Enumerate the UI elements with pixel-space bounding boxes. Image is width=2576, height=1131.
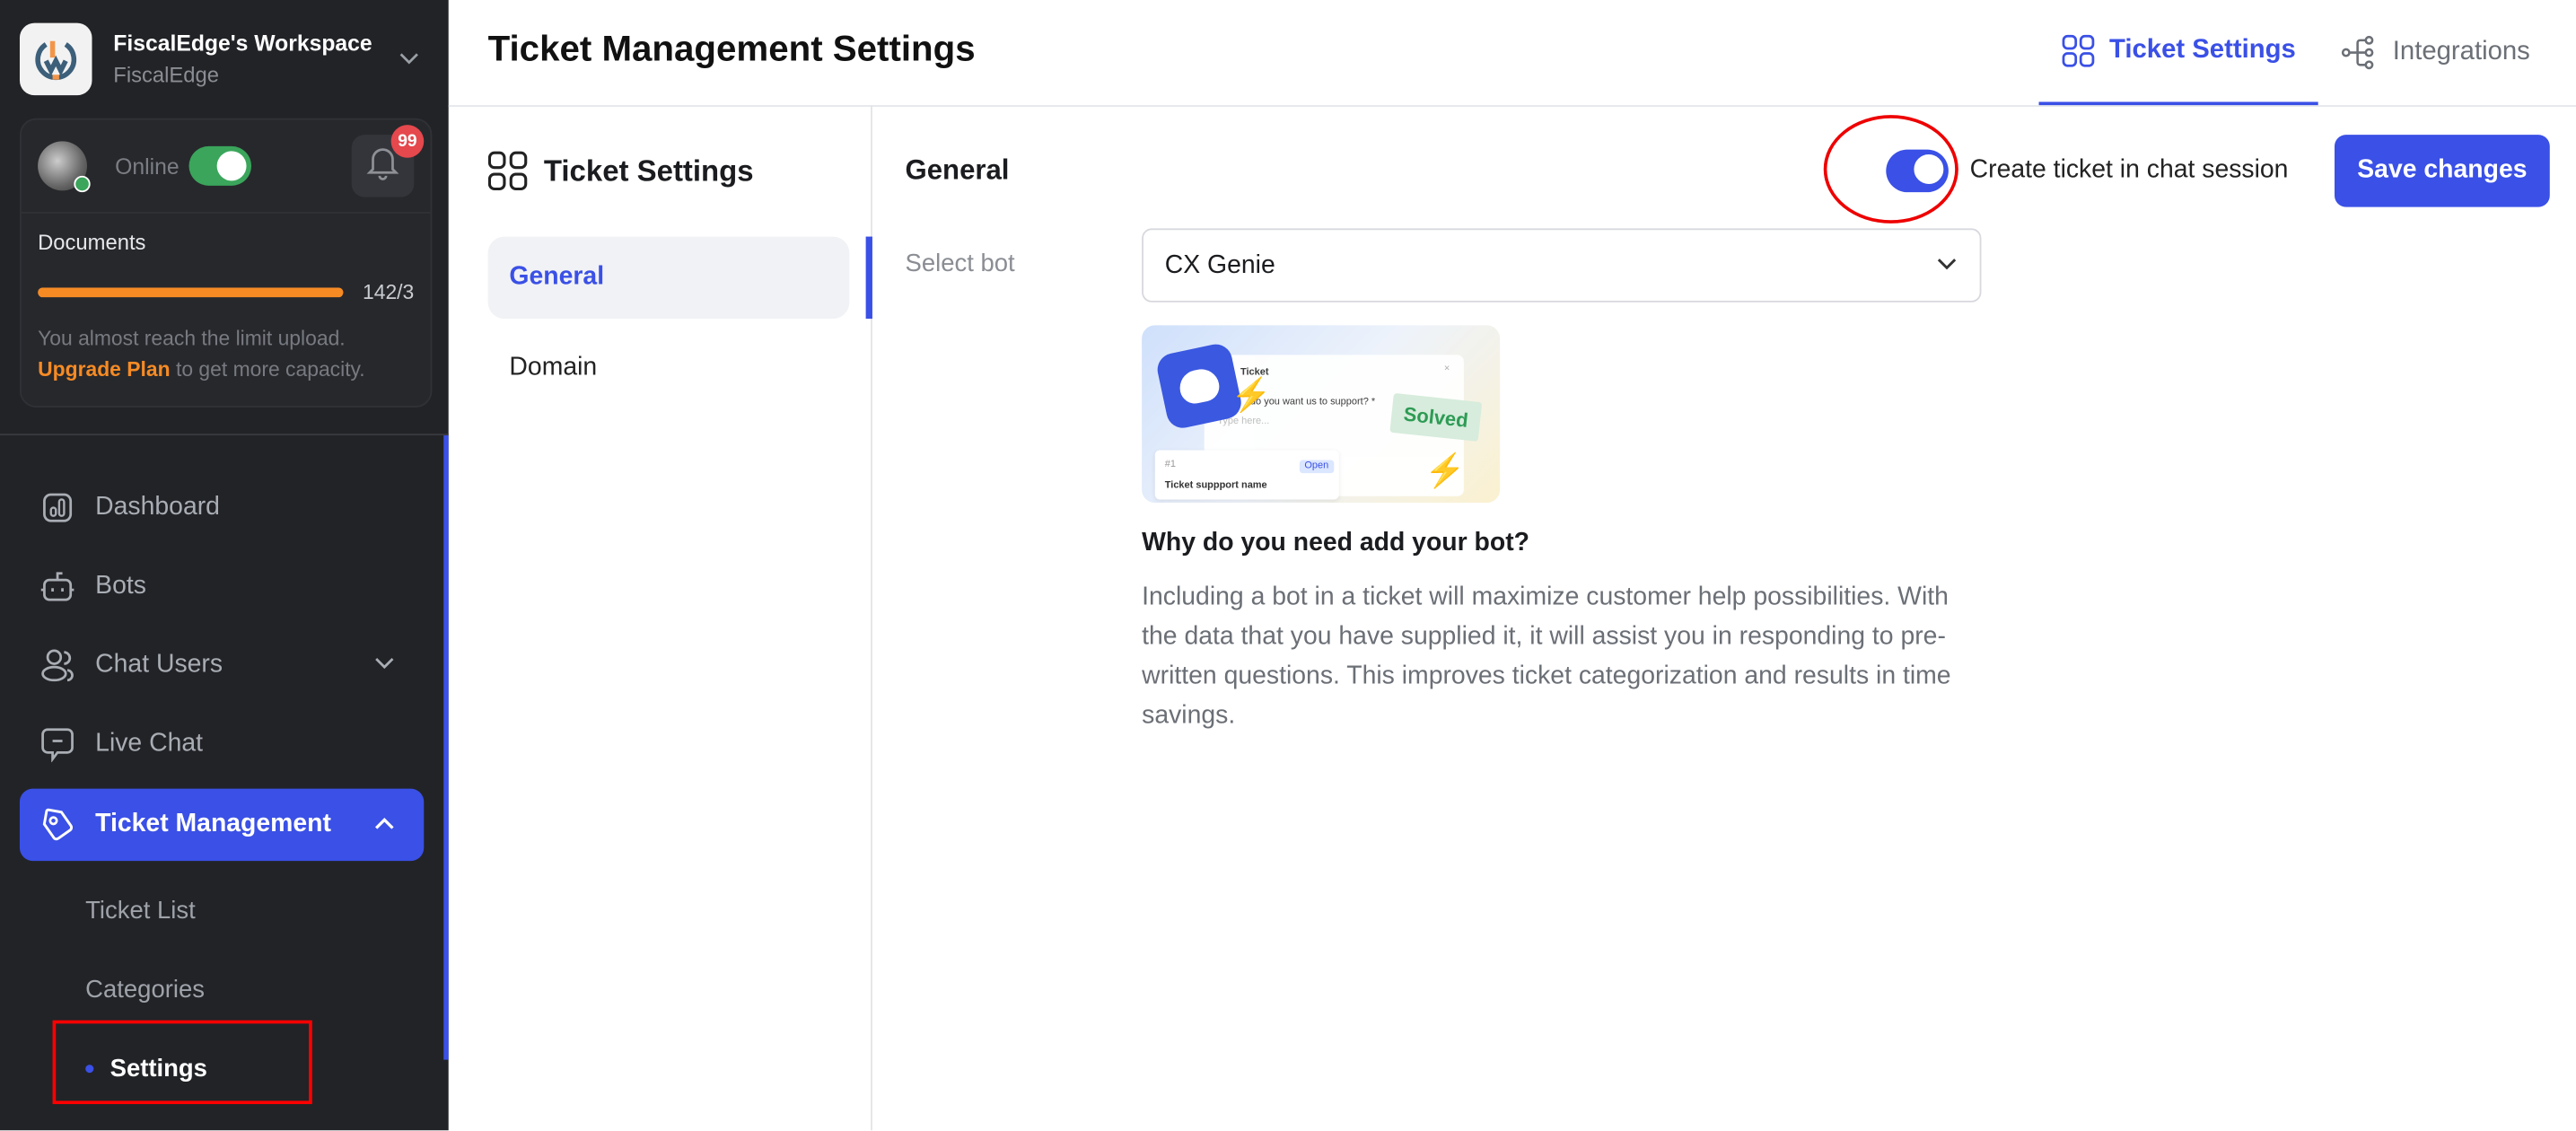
subnav-item-general[interactable]: General — [487, 236, 850, 320]
subnav-title: Ticket Settings — [487, 151, 754, 191]
documents-title: Documents — [38, 230, 146, 255]
lightning-icon: ⚡ — [1424, 453, 1466, 490]
notifications-button[interactable]: 99 — [351, 125, 425, 197]
sidebar-subitem-categories[interactable]: Categories — [20, 950, 424, 1029]
bot-illustration: Ticket × do you want us to support? * Ty… — [1142, 325, 1501, 504]
chevron-up-icon[interactable] — [374, 815, 394, 835]
active-indicator — [865, 236, 872, 320]
sidebar-subitem-label: Ticket List — [85, 896, 196, 925]
illustration-ticket-no: #1 — [1164, 460, 1176, 470]
sidebar-item-live-chat[interactable]: Live Chat — [20, 710, 424, 779]
chevron-down-icon — [1937, 256, 1957, 276]
online-toggle[interactable] — [188, 145, 252, 186]
workspace-switcher[interactable]: FiscalEdge's Workspace FiscalEdge — [19, 22, 429, 96]
select-bot-value: CX Genie — [1164, 250, 1275, 279]
subnav-title-text: Ticket Settings — [543, 153, 754, 187]
tab-label: Ticket Settings — [2109, 36, 2296, 65]
save-changes-button[interactable]: Save changes — [2334, 135, 2550, 207]
dashboard-icon — [39, 489, 75, 525]
documents-note: You almost reach the limit upload. Upgra… — [38, 324, 414, 387]
sidebar-divider — [0, 434, 449, 436]
sidebar-item-label: Live Chat — [95, 729, 204, 758]
illustration-open-badge: Open — [1299, 460, 1334, 474]
select-bot-dropdown[interactable]: CX Genie — [1142, 228, 1982, 302]
section-title: General — [905, 154, 1010, 186]
illustration-ticket-name: Ticket suppport name — [1164, 481, 1267, 492]
sidebar-item-ticket-management[interactable]: Ticket Management — [19, 788, 425, 862]
page-title: Ticket Management Settings — [487, 28, 976, 69]
notification-badge: 99 — [390, 125, 425, 158]
lightning-icon: ⚡ — [1230, 377, 1272, 415]
close-icon: × — [1443, 364, 1450, 375]
chevron-down-icon[interactable] — [374, 655, 394, 675]
general-settings-panel: General Create ticket in chat session Sa… — [872, 105, 2576, 1130]
create-ticket-toggle[interactable] — [1886, 149, 1949, 193]
grid-icon — [487, 151, 528, 191]
documents-progress-fill — [38, 287, 344, 298]
avatar[interactable] — [38, 141, 91, 193]
users-icon — [39, 647, 75, 683]
online-label: Online — [115, 153, 180, 179]
settings-subnav: Ticket Settings General Domain — [449, 105, 872, 1131]
sidebar: FiscalEdge's Workspace FiscalEdge Online… — [0, 0, 449, 1131]
sidebar-item-bots[interactable]: Bots — [20, 552, 424, 621]
subnav-item-label: General — [509, 262, 605, 291]
bot-icon — [39, 568, 75, 604]
sidebar-subitem-ticket-list[interactable]: Ticket List — [20, 871, 424, 950]
subnav-item-domain[interactable]: Domain — [488, 327, 850, 409]
sidebar-item-label: Dashboard — [95, 493, 220, 522]
upgrade-suffix: to get more capacity. — [175, 358, 365, 381]
sidebar-item-label: Chat Users — [95, 650, 223, 679]
sidebar-item-label: Bots — [95, 571, 146, 601]
sidebar-item-chat-users[interactable]: Chat Users — [20, 631, 424, 700]
header-tabs: Ticket Settings Integrations — [2038, 0, 2553, 106]
tab-ticket-settings[interactable]: Ticket Settings — [2038, 0, 2319, 106]
sidebar-item-dashboard[interactable]: Dashboard — [20, 473, 424, 542]
status-card: Online 99 Documents 142/3 You almost rea… — [19, 118, 433, 408]
top-bar: Ticket Management Settings Ticket Settin… — [448, 0, 2576, 107]
create-ticket-toggle-row: Create ticket in chat session — [1886, 149, 2289, 193]
select-bot-label: Select bot — [905, 250, 1015, 278]
chat-icon — [39, 726, 75, 763]
grid-icon — [2062, 34, 2095, 67]
sidebar-nav: Dashboard Bots Chat Users Live Chat Tick… — [19, 473, 425, 1108]
limit-note: You almost reach the limit upload. — [38, 327, 346, 350]
workspace-logo — [19, 22, 92, 96]
integrations-icon — [2342, 34, 2378, 70]
documents-progress-bar — [38, 287, 344, 298]
tab-label: Integrations — [2392, 37, 2530, 66]
upgrade-plan-link[interactable]: Upgrade Plan — [38, 358, 170, 381]
online-dot — [74, 175, 91, 193]
sidebar-item-label: Ticket Management — [95, 810, 331, 838]
workspace-subtitle: FiscalEdge — [113, 62, 220, 88]
tab-integrations[interactable]: Integrations — [2318, 0, 2553, 103]
documents-progress-value: 142/3 — [363, 280, 415, 304]
why-description: Including a bot in a ticket will maximiz… — [1142, 583, 1951, 730]
why-title: Why do you need add your bot? — [1142, 529, 1529, 557]
highlight-box — [52, 1020, 312, 1105]
ticket-icon — [39, 807, 75, 843]
sidebar-subitem-label: Categories — [85, 975, 205, 1004]
illustration-ticket-card: #1 Open Ticket suppport name — [1154, 450, 1339, 500]
app-root: FiscalEdge's Workspace FiscalEdge Online… — [0, 0, 2576, 1131]
create-ticket-label: Create ticket in chat session — [1969, 155, 2289, 185]
workspace-title: FiscalEdge's Workspace — [113, 31, 372, 57]
chevron-down-icon[interactable] — [399, 48, 419, 71]
subnav-item-label: Domain — [509, 353, 598, 381]
